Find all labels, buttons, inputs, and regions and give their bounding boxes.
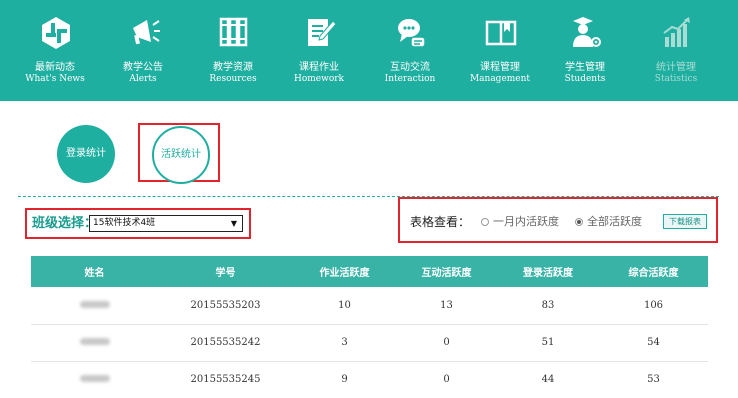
books-icon [219, 17, 248, 47]
nav-item-homework[interactable]: 课程作业 Homework [279, 0, 359, 101]
download-report-button[interactable]: 下载报表 [663, 214, 707, 229]
radio-month-label: 一月内活跃度 [493, 215, 559, 228]
student-name-cell [31, 361, 158, 398]
nav-label-en: Resources [209, 74, 257, 84]
column-header-name: 姓名 [31, 256, 158, 287]
radio-checked-icon [575, 218, 583, 226]
radio-all-label: 全部活跃度 [587, 215, 642, 228]
student-name-cell [31, 287, 158, 325]
bar-chart-icon [663, 17, 690, 47]
interaction-cell: 0 [396, 324, 497, 362]
interaction-cell: 0 [396, 361, 497, 398]
view-label: 表格查看： [410, 215, 471, 229]
nav-label-cn: 统计管理 [656, 62, 696, 73]
redacted-name [79, 375, 110, 382]
tab-login-stats[interactable]: 登录统计 [57, 125, 115, 183]
news-icon [42, 17, 70, 49]
nav-label-en: Homework [293, 74, 344, 84]
nav-label-en: Alerts [129, 74, 157, 84]
student-id-cell: 20155535245 [158, 361, 293, 398]
radio-unchecked-icon [481, 218, 489, 226]
column-header-interaction: 互动活跃度 [396, 256, 497, 287]
column-header-id: 学号 [158, 256, 293, 287]
dropdown-arrow-icon: ▼ [230, 219, 237, 228]
redacted-name [79, 338, 110, 345]
nav-label-en: Statistics [654, 74, 698, 84]
nav-item-resources[interactable]: 教学资源 Resources [193, 0, 273, 101]
radio-all-activity[interactable]: 全部活跃度 [575, 214, 642, 230]
table-header-row: 姓名 学号 作业活跃度 互动活跃度 登录活跃度 综合活跃度 [31, 256, 708, 287]
interaction-cell: 13 [396, 287, 497, 325]
nav-item-news[interactable]: 最新动态 What's News [15, 0, 95, 101]
nav-label-cn: 课程管理 [480, 62, 520, 73]
redacted-name [79, 300, 110, 308]
table-row: 20155535242 3 0 51 54 [31, 324, 708, 362]
class-select-dropdown[interactable]: 15软件技术4班 ▼ [89, 215, 243, 232]
homework-cell: 3 [293, 324, 396, 362]
total-cell: 106 [599, 287, 708, 325]
login-cell: 51 [497, 324, 599, 362]
table-row: 20155535203 10 13 83 106 [31, 287, 708, 325]
tab-activity-stats[interactable]: 活跃统计 [152, 126, 210, 184]
nav-label-en: Interaction [384, 74, 436, 84]
student-icon [573, 17, 601, 47]
chat-icon [398, 19, 426, 48]
nav-label-cn: 教学资源 [213, 62, 253, 73]
total-cell: 54 [599, 324, 708, 362]
top-nav: 最新动态 What's News 教学公告 Alerts 教学资源 Resour… [0, 0, 738, 101]
nav-label-cn: 学生管理 [565, 62, 605, 73]
megaphone-icon [133, 20, 160, 45]
table-row: 20155535245 9 0 44 53 [31, 361, 708, 398]
homework-cell: 9 [293, 361, 396, 398]
nav-item-statistics[interactable]: 统计管理 Statistics [636, 0, 716, 101]
column-header-homework: 作业活跃度 [293, 256, 396, 287]
nav-label-en: Students [564, 74, 606, 84]
nav-item-management[interactable]: 课程管理 Management [460, 0, 540, 101]
column-header-total: 综合活跃度 [599, 256, 708, 287]
activity-table: 姓名 学号 作业活跃度 互动活跃度 登录活跃度 综合活跃度 2015553520… [31, 256, 708, 398]
login-cell: 44 [497, 361, 599, 398]
nav-item-students[interactable]: 学生管理 Students [545, 0, 625, 101]
column-header-login: 登录活跃度 [497, 256, 599, 287]
nav-item-interaction[interactable]: 互动交流 Interaction [370, 0, 450, 101]
total-cell: 53 [599, 361, 708, 398]
nav-label-cn: 课程作业 [299, 62, 339, 73]
nav-label-cn: 互动交流 [390, 62, 430, 73]
nav-label-cn: 最新动态 [35, 62, 75, 73]
homework-icon [308, 19, 337, 46]
student-id-cell: 20155535203 [158, 287, 293, 325]
student-id-cell: 20155535242 [158, 324, 293, 362]
homework-cell: 10 [293, 287, 396, 325]
student-name-cell [31, 324, 158, 362]
class-select-label: 班级选择： [32, 216, 98, 231]
radio-month-activity[interactable]: 一月内活跃度 [481, 214, 559, 230]
class-select-value: 15软件技术4班 [93, 218, 156, 228]
login-cell: 83 [497, 287, 599, 325]
book-open-icon [485, 20, 517, 46]
nav-label-cn: 教学公告 [123, 62, 163, 73]
nav-label-en: What's News [25, 74, 85, 84]
nav-label-en: Management [469, 74, 531, 84]
nav-item-alerts[interactable]: 教学公告 Alerts [103, 0, 183, 101]
